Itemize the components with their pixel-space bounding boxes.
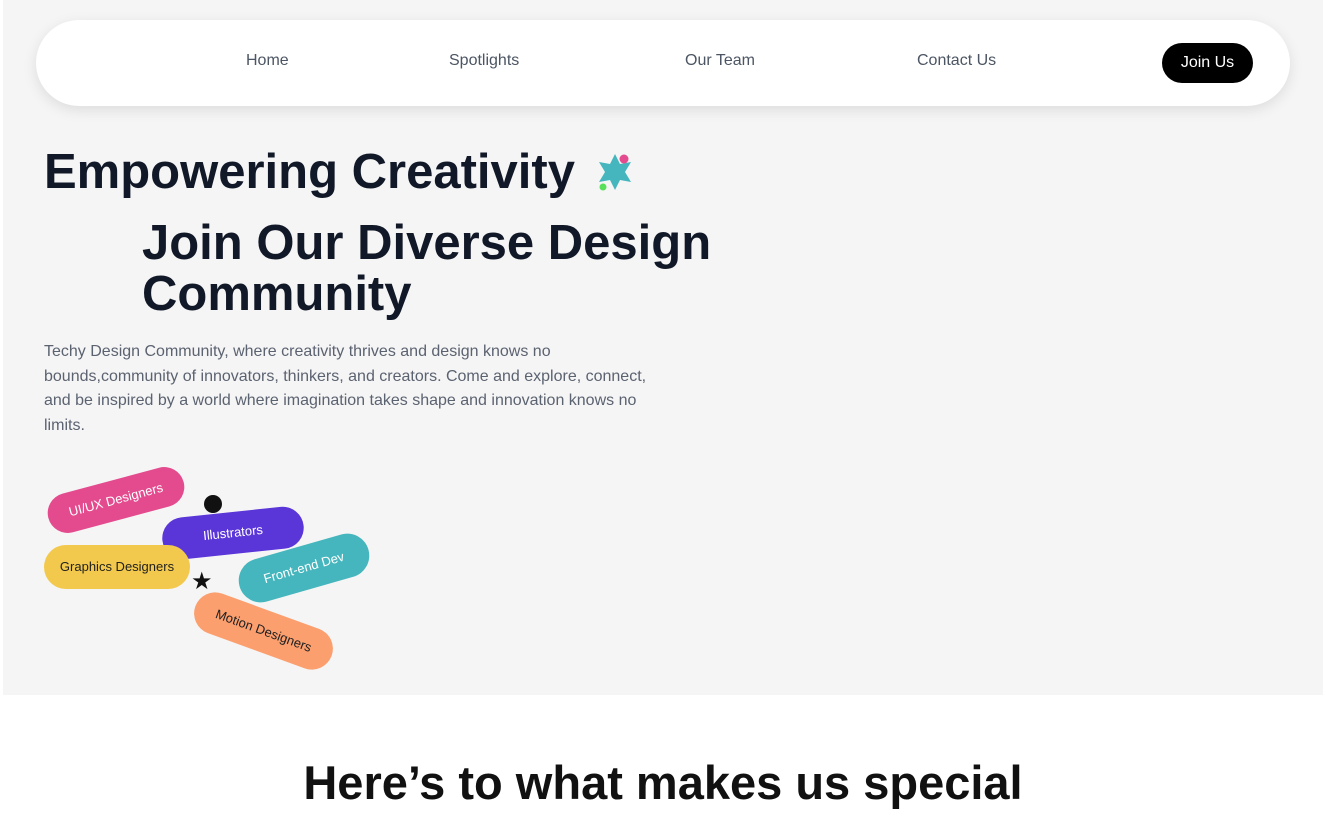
nav-link-our-team[interactable]: Our Team xyxy=(685,52,755,70)
navbar: Home Spotlights Our Team Contact Us Join… xyxy=(36,20,1290,106)
join-us-button[interactable]: Join Us xyxy=(1162,43,1253,83)
star-icon: ★ xyxy=(191,567,213,595)
sparkle-star-icon xyxy=(599,154,631,191)
nav-link-home[interactable]: Home xyxy=(246,52,289,70)
nav-link-spotlights[interactable]: Spotlights xyxy=(449,52,519,70)
hero-description: Techy Design Community, where creativity… xyxy=(44,343,647,434)
hero-title: Empowering Creativity xyxy=(44,145,575,199)
special-heading: Here’s to what makes us special xyxy=(303,756,1023,809)
dot-icon xyxy=(204,495,222,513)
tag-graphics-designers: Graphics Designers xyxy=(44,545,190,589)
hero-subtitle: Join Our Diverse Design Community xyxy=(142,216,712,321)
nav-link-contact-us[interactable]: Contact Us xyxy=(917,52,996,70)
